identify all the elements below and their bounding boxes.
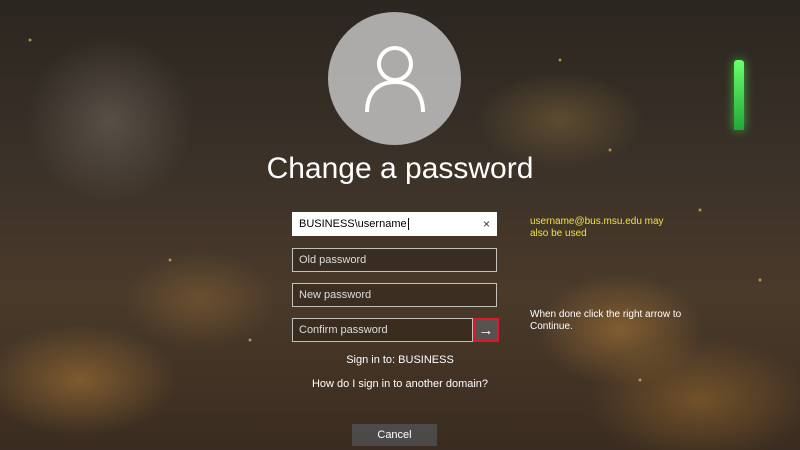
old-password-field[interactable]: Old password	[292, 248, 497, 272]
arrow-right-icon: →	[478, 321, 494, 339]
username-field[interactable]: BUSINESS\username ×	[292, 212, 497, 236]
user-avatar	[328, 12, 461, 145]
clear-icon[interactable]: ×	[483, 217, 490, 231]
username-value: BUSINESS\username	[299, 218, 407, 230]
user-icon	[364, 45, 425, 112]
submit-arrow-button[interactable]: →	[473, 318, 499, 342]
email-hint-note: username@bus.msu.edu may also be used	[530, 216, 664, 239]
background-minaret	[734, 60, 744, 130]
confirm-password-placeholder: Confirm password	[299, 324, 388, 336]
new-password-placeholder: New password	[299, 289, 372, 301]
old-password-placeholder: Old password	[299, 254, 367, 266]
new-password-field[interactable]: New password	[292, 283, 497, 307]
arrow-hint-note: When done click the right arrow to Conti…	[530, 309, 682, 332]
confirm-password-field[interactable]: Confirm password	[292, 318, 473, 342]
lock-screen: Change a password BUSINESS\username × Ol…	[0, 0, 800, 450]
text-caret	[407, 218, 409, 230]
cancel-button[interactable]: Cancel	[352, 424, 437, 446]
signin-domain-text: Sign in to: BUSINESS	[346, 354, 454, 366]
other-domain-link[interactable]: How do I sign in to another domain?	[0, 378, 800, 390]
page-title: Change a password	[266, 152, 534, 185]
